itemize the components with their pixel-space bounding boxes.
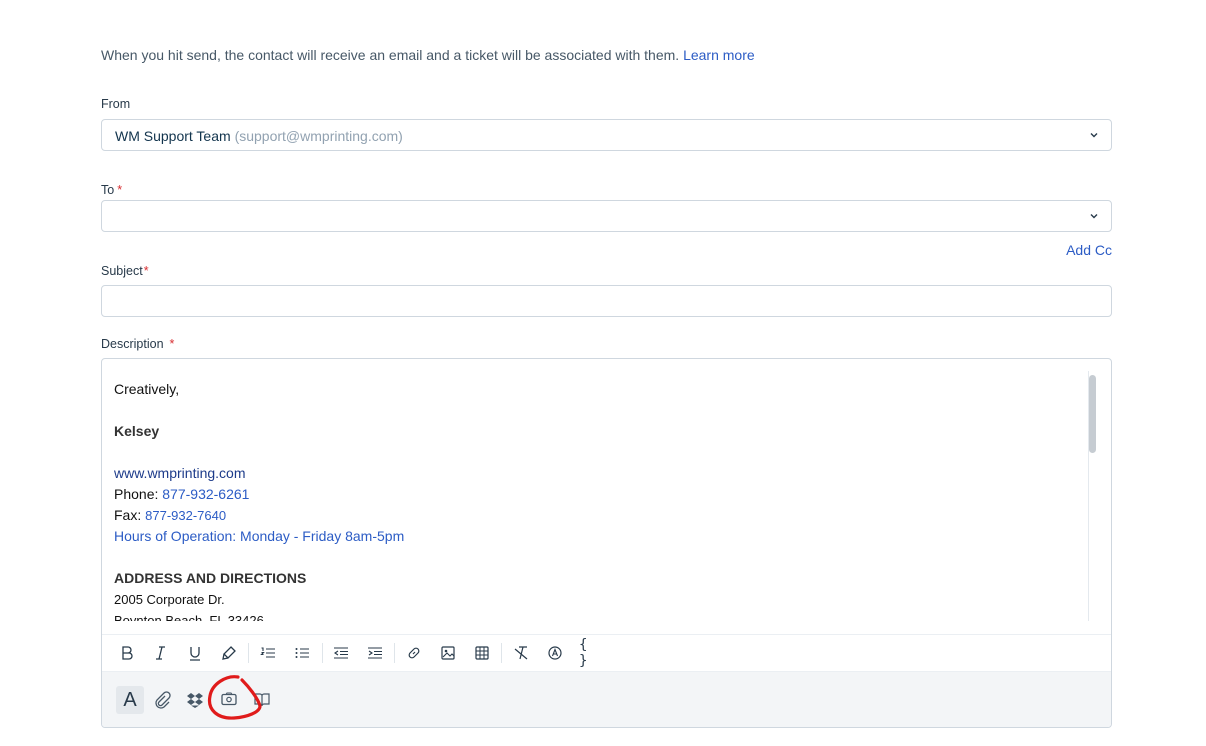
description-editor[interactable]: Creatively, Kelsey www.wmprinting.com Ph… bbox=[101, 358, 1112, 728]
chevron-down-icon bbox=[1090, 133, 1098, 138]
code-braces-icon[interactable]: { } bbox=[579, 637, 599, 669]
link-icon[interactable] bbox=[404, 643, 424, 663]
text-format-icon[interactable]: A bbox=[116, 686, 144, 714]
bold-icon[interactable] bbox=[117, 643, 137, 663]
underline-icon[interactable] bbox=[185, 643, 205, 663]
phone-link[interactable]: 877-932-6261 bbox=[162, 486, 249, 502]
editor-scrollbar-thumb[interactable] bbox=[1089, 375, 1096, 453]
hours-link[interactable]: Hours of Operation: Monday - Friday 8am-… bbox=[114, 526, 1074, 547]
editor-content[interactable]: Creatively, Kelsey www.wmprinting.com Ph… bbox=[114, 379, 1074, 621]
description-label: Description * bbox=[101, 337, 175, 351]
intro-message: When you hit send, the contact will rece… bbox=[101, 47, 680, 63]
fax-line: Fax: 877-932-7640 bbox=[114, 507, 227, 523]
from-value: WM Support Team (support@wmprinting.com) bbox=[115, 128, 403, 144]
subject-label: Subject* bbox=[101, 264, 149, 278]
address-heading: ADDRESS AND DIRECTIONS bbox=[114, 570, 307, 586]
learn-more-link[interactable]: Learn more bbox=[683, 47, 755, 63]
image-icon[interactable] bbox=[438, 643, 458, 663]
outdent-icon[interactable] bbox=[331, 643, 351, 663]
closing-line: Creatively, bbox=[114, 381, 180, 397]
add-cc-link[interactable]: Add Cc bbox=[1066, 242, 1112, 258]
to-select[interactable] bbox=[101, 200, 1112, 232]
red-circle-annotation bbox=[207, 675, 262, 720]
address-line2: Boynton Beach, FL 33426 bbox=[114, 613, 264, 621]
website-link[interactable]: www.wmprinting.com bbox=[114, 463, 1074, 484]
highlight-icon[interactable] bbox=[219, 643, 239, 663]
editor-action-bar: A bbox=[102, 671, 1111, 727]
table-icon[interactable] bbox=[472, 643, 492, 663]
to-label: To * bbox=[101, 183, 123, 197]
signature-name: Kelsey bbox=[114, 423, 160, 439]
phone-line: Phone: 877-932-6261 bbox=[114, 486, 250, 502]
address-line1: 2005 Corporate Dr. bbox=[114, 592, 225, 607]
from-label: From bbox=[101, 97, 131, 111]
spellcheck-icon[interactable] bbox=[545, 643, 565, 663]
from-select[interactable]: WM Support Team (support@wmprinting.com) bbox=[101, 119, 1112, 151]
subject-input[interactable] bbox=[101, 285, 1112, 317]
indent-icon[interactable] bbox=[365, 643, 385, 663]
clear-format-icon[interactable] bbox=[511, 643, 531, 663]
italic-icon[interactable] bbox=[151, 643, 171, 663]
chevron-down-icon bbox=[1090, 214, 1098, 219]
ordered-list-icon[interactable] bbox=[258, 643, 278, 663]
unordered-list-icon[interactable] bbox=[292, 643, 312, 663]
intro-text: When you hit send, the contact will rece… bbox=[101, 47, 755, 63]
attachment-icon[interactable] bbox=[148, 686, 176, 714]
fax-link[interactable]: 877-932-7640 bbox=[145, 508, 226, 523]
formatting-toolbar: { } bbox=[102, 634, 1111, 671]
